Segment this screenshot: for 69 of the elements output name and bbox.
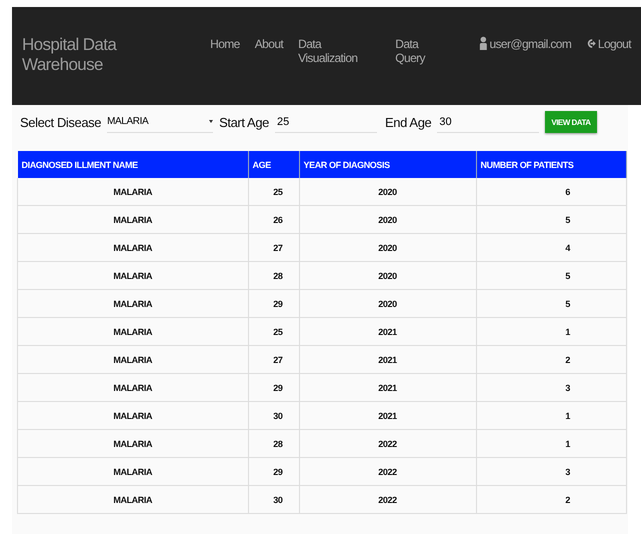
- user-icon: [478, 35, 488, 51]
- table-cell: 27: [248, 234, 299, 262]
- table-cell: 6: [476, 178, 626, 206]
- table-cell: 2020: [299, 234, 476, 262]
- table-cell: 3: [476, 374, 626, 402]
- table-cell: 1: [476, 402, 626, 430]
- end-age-label: End Age: [385, 114, 432, 130]
- column-header: YEAR OF DIAGNOSIS: [299, 151, 476, 178]
- table-cell: MALARIA: [18, 458, 248, 486]
- table-cell: MALARIA: [18, 178, 248, 206]
- user-link[interactable]: user@gmail.com: [489, 37, 572, 51]
- table-cell: 2021: [299, 346, 476, 374]
- table-cell: 28: [248, 430, 299, 458]
- table-cell: 29: [248, 458, 299, 486]
- table-cell: 26: [248, 206, 299, 234]
- table-cell: 29: [248, 290, 299, 318]
- table-cell: 2020: [299, 290, 476, 318]
- column-header: NUMBER OF PATIENTS: [476, 151, 626, 178]
- table-cell: 30: [248, 486, 299, 514]
- brand-title[interactable]: Hospital Data Warehouse: [22, 35, 196, 75]
- column-header: DIAGNOSED ILLMENT NAME: [18, 151, 248, 178]
- table-cell: MALARIA: [18, 430, 248, 458]
- table-cell: MALARIA: [18, 234, 248, 262]
- table-cell: MALARIA: [18, 346, 248, 374]
- table-cell: 2: [476, 486, 626, 514]
- table-cell: 1: [476, 318, 626, 346]
- start-age-label: Start Age: [219, 114, 269, 130]
- table-cell: 2021: [299, 318, 476, 346]
- disease-select[interactable]: MALARIA: [107, 112, 214, 132]
- view-data-button[interactable]: VIEW DATA: [545, 111, 597, 133]
- nav-link[interactable]: About: [254, 37, 284, 51]
- table-cell: 2021: [299, 402, 476, 430]
- table-cell: 5: [476, 290, 626, 318]
- table-cell: 4: [476, 234, 626, 262]
- caret-icon: [209, 120, 214, 123]
- table-cell: MALARIA: [18, 318, 248, 346]
- table-cell: 2022: [299, 486, 476, 514]
- column-header: AGE: [248, 151, 299, 178]
- table-cell: 2020: [299, 262, 476, 290]
- table-cell: 2: [476, 346, 626, 374]
- table-cell: 2020: [299, 206, 476, 234]
- table-cell: 5: [476, 206, 626, 234]
- disease-label: Select Disease: [20, 114, 102, 130]
- table-cell: 28: [248, 262, 299, 290]
- nav-link[interactable]: Home: [210, 37, 240, 51]
- table-cell: 3: [476, 458, 626, 486]
- table-cell: MALARIA: [18, 290, 248, 318]
- table-cell: 2021: [299, 374, 476, 402]
- table-cell: 2022: [299, 458, 476, 486]
- table-cell: 25: [248, 178, 299, 206]
- table-cell: MALARIA: [18, 402, 248, 430]
- table-cell: 2020: [299, 178, 476, 206]
- table-cell: 30: [248, 402, 299, 430]
- nav-link[interactable]: Data Visualization: [298, 37, 380, 65]
- table-cell: 5: [476, 262, 626, 290]
- end-age-field[interactable]: 30: [437, 112, 540, 132]
- logout-icon: [586, 38, 597, 49]
- table-cell: MALARIA: [18, 374, 248, 402]
- start-age-field[interactable]: 25: [275, 112, 377, 132]
- table-cell: 29: [248, 374, 299, 402]
- table-cell: MALARIA: [18, 206, 248, 234]
- table-cell: MALARIA: [18, 262, 248, 290]
- nav-link[interactable]: Data Query: [395, 37, 449, 65]
- table-cell: 1: [476, 430, 626, 458]
- table-cell: 25: [248, 318, 299, 346]
- table-cell: 2022: [299, 430, 476, 458]
- logout-link[interactable]: Logout: [598, 37, 631, 51]
- table-cell: 27: [248, 346, 299, 374]
- table-cell: MALARIA: [18, 486, 248, 514]
